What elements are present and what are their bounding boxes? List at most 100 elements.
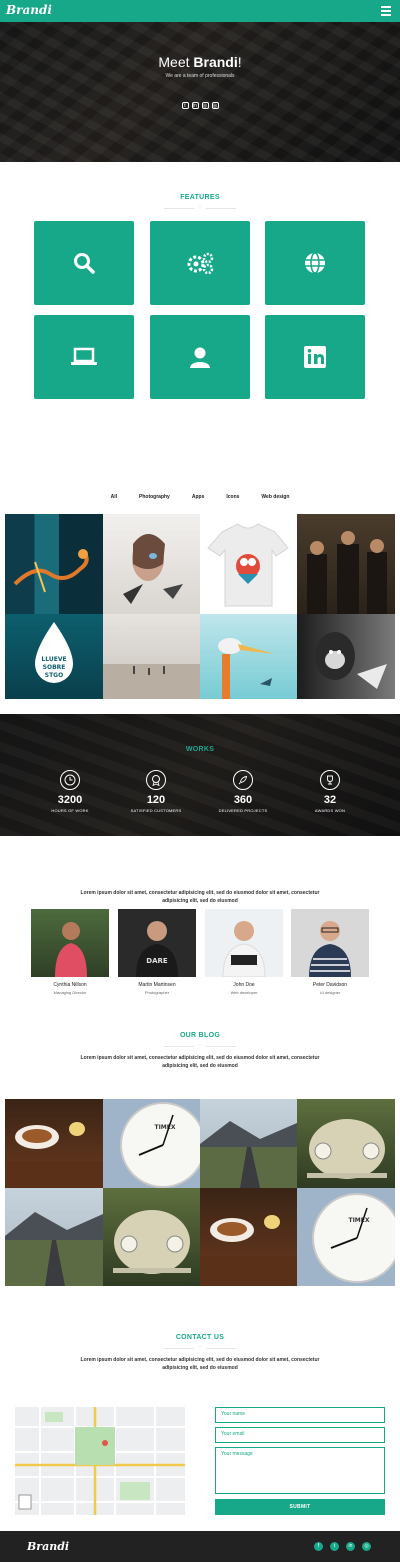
location-map[interactable] bbox=[15, 1407, 185, 1515]
blog-post-road[interactable] bbox=[5, 1188, 103, 1286]
stat-label: DELIVERED PROJECTS bbox=[218, 808, 268, 813]
user-icon bbox=[190, 347, 210, 368]
feature-settings[interactable] bbox=[150, 221, 250, 305]
member-role: Photographer bbox=[144, 990, 170, 995]
filter-web-design[interactable]: Web design bbox=[261, 494, 289, 500]
beach-photo bbox=[103, 664, 200, 699]
portfolio-item[interactable] bbox=[5, 514, 103, 614]
map-tiles bbox=[15, 1407, 185, 1515]
feature-global[interactable] bbox=[265, 221, 365, 305]
stat-awards: 32 AWARDS WON bbox=[288, 770, 372, 813]
blog-post-road[interactable] bbox=[200, 1099, 297, 1188]
portfolio-item[interactable]: LLUEVE SOBRE STGO bbox=[5, 614, 103, 699]
feature-search[interactable] bbox=[34, 221, 134, 305]
feature-user[interactable] bbox=[150, 315, 250, 399]
stat-label: SATISFIED CUSTOMERS bbox=[130, 808, 182, 813]
linkedin-icon bbox=[304, 346, 326, 368]
stat-customers: 120 SATISFIED CUSTOMERS bbox=[114, 770, 198, 813]
stat-hours: 3200 HOURS OF WORK bbox=[28, 770, 112, 813]
team-member: Cynthia Nillson Managing Director bbox=[31, 909, 109, 995]
filter-apps[interactable]: Apps bbox=[192, 494, 205, 500]
feature-laptop[interactable] bbox=[34, 315, 134, 399]
blog-post-clock[interactable]: TIMEX bbox=[103, 1099, 200, 1188]
globe-icon bbox=[305, 252, 325, 274]
svg-text:DARE: DARE bbox=[146, 957, 168, 965]
contact-title: CONTACT US bbox=[175, 1334, 225, 1341]
blog-title: OUR BLOG bbox=[179, 1032, 221, 1039]
brand-logo[interactable]: Brandi bbox=[6, 3, 52, 17]
blog-post-coffee[interactable] bbox=[5, 1099, 103, 1188]
works-title: WORKS bbox=[185, 746, 215, 753]
message-field[interactable]: Your message bbox=[215, 1447, 385, 1494]
section-divider: ♡ bbox=[164, 1043, 236, 1049]
stat-value: 120 bbox=[146, 794, 166, 806]
linkedin-icon[interactable]: in bbox=[191, 102, 199, 109]
submit-button[interactable]: SUBMIT bbox=[215, 1499, 385, 1515]
name-field[interactable]: Your name bbox=[215, 1407, 385, 1423]
blog-post-coffee[interactable] bbox=[200, 1188, 297, 1286]
filter-icons[interactable]: Icons bbox=[226, 494, 239, 500]
team-member: Peter Davidson UI designer bbox=[291, 909, 369, 995]
avatar: DARE bbox=[118, 909, 196, 977]
stat-value: 360 bbox=[233, 794, 253, 806]
avatar bbox=[291, 909, 369, 977]
clock-icon bbox=[60, 770, 80, 790]
member-name: John Doe bbox=[233, 982, 255, 988]
portfolio-item[interactable] bbox=[297, 614, 395, 699]
portfolio-item[interactable] bbox=[103, 514, 200, 614]
stat-label: HOURS OF WORK bbox=[51, 808, 89, 813]
svg-text:TIMEX: TIMEX bbox=[348, 1217, 369, 1224]
pelican-illustration bbox=[218, 638, 275, 699]
member-role: UI designer bbox=[319, 990, 341, 995]
blog-post-car[interactable] bbox=[103, 1188, 200, 1286]
trophy-icon bbox=[320, 770, 340, 790]
tshirt-mockup bbox=[207, 523, 289, 607]
medal-icon bbox=[146, 770, 166, 790]
twitter-icon[interactable]: t bbox=[181, 102, 189, 109]
portfolio-item[interactable] bbox=[103, 614, 200, 699]
hero-social-links: t in ◎ ◎ bbox=[0, 102, 400, 109]
svg-text:STGO: STGO bbox=[45, 672, 63, 679]
portfolio-filter: All Photography Apps Icons Web design bbox=[0, 494, 400, 500]
portfolio-item[interactable] bbox=[200, 614, 297, 699]
blog-post-clock[interactable]: TIMEX bbox=[297, 1188, 395, 1286]
team-intro: Lorem ipsum dolor sit amet, consectetur … bbox=[80, 890, 320, 904]
instagram-icon[interactable]: ◎ bbox=[362, 1542, 371, 1551]
member-name: Peter Davidson bbox=[312, 982, 348, 988]
member-name: Cynthia Nillson bbox=[53, 982, 87, 988]
svg-text:SOBRE: SOBRE bbox=[43, 664, 66, 671]
member-name: Martin Martinsen bbox=[138, 982, 176, 988]
hero-section: Meet Brandi! We are a team of profession… bbox=[0, 22, 400, 162]
hero-title: Meet Brandi! bbox=[158, 54, 242, 70]
avatar bbox=[205, 909, 283, 977]
laptop-icon bbox=[71, 347, 97, 365]
features-title: FEATURES bbox=[180, 194, 220, 201]
instagram-icon[interactable]: ◎ bbox=[201, 102, 209, 109]
stat-projects: 360 DELIVERED PROJECTS bbox=[201, 770, 285, 813]
feature-linkedin[interactable] bbox=[265, 315, 365, 399]
section-divider: ♡ bbox=[164, 1345, 236, 1351]
linkedin-icon[interactable]: in bbox=[346, 1542, 355, 1551]
team-member: John Doe Web developer bbox=[205, 909, 283, 995]
stat-value: 32 bbox=[323, 794, 337, 806]
footer: Brandi f t in ◎ bbox=[0, 1531, 400, 1562]
twitter-icon[interactable]: t bbox=[330, 1542, 339, 1551]
heart-icon: ♡ bbox=[197, 1043, 203, 1049]
heart-icon: ♡ bbox=[197, 205, 203, 211]
member-role: Web developer bbox=[230, 990, 258, 995]
gears-icon bbox=[187, 252, 214, 275]
dribbble-icon[interactable]: ◎ bbox=[211, 102, 219, 109]
filter-photography[interactable]: Photography bbox=[139, 494, 170, 500]
blog-post-car[interactable] bbox=[297, 1099, 395, 1188]
member-role: Managing Director bbox=[53, 990, 87, 995]
filter-all[interactable]: All bbox=[111, 494, 117, 500]
seahorse-illustration bbox=[13, 549, 89, 593]
facebook-icon[interactable]: f bbox=[314, 1542, 323, 1551]
portfolio-item[interactable] bbox=[200, 514, 297, 614]
portfolio-item[interactable] bbox=[297, 514, 395, 614]
hamburger-menu-icon[interactable] bbox=[381, 6, 391, 16]
blog-intro: Lorem ipsum dolor sit amet, consectetur … bbox=[80, 1055, 320, 1069]
soldiers-photo bbox=[307, 531, 387, 614]
footer-logo[interactable]: Brandi bbox=[27, 1540, 69, 1553]
email-field[interactable]: Your email bbox=[215, 1427, 385, 1443]
